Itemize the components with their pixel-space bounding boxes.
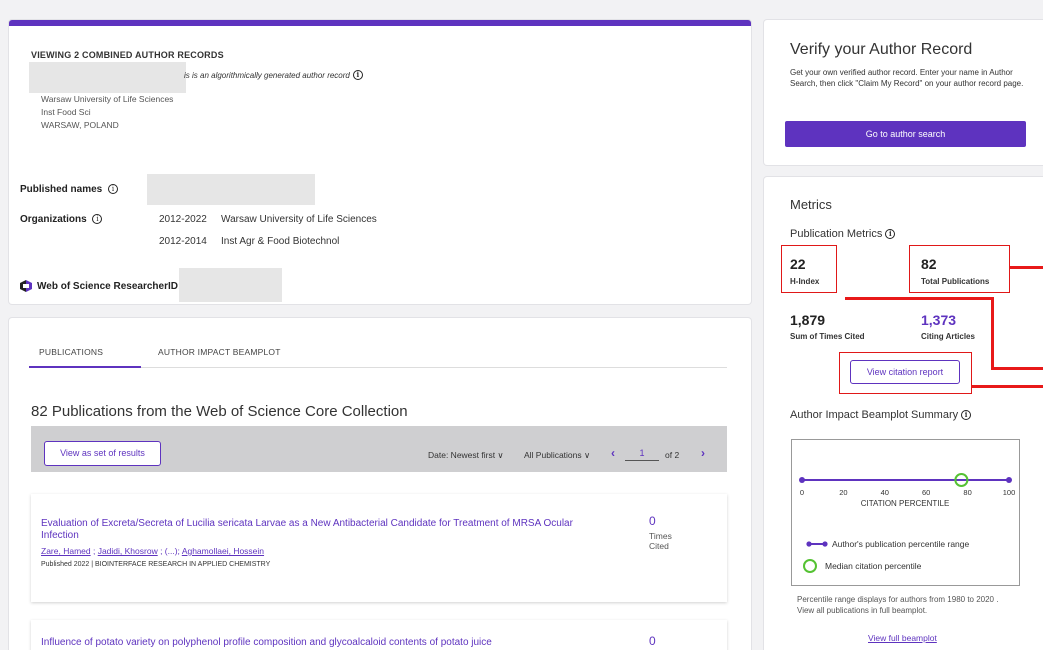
affiliation-university: Warsaw University of Life Sciences	[41, 94, 174, 104]
researcher-id-label: Web of Science ResearcherID:	[37, 281, 182, 292]
info-icon[interactable]: i	[961, 410, 972, 420]
info-icon[interactable]: i	[92, 214, 103, 224]
verify-author-card: Verify your Author Record Get your own v…	[764, 20, 1043, 165]
author-header-card: VIEWING 2 COMBINED AUTHOR RECORDS is is …	[9, 20, 751, 304]
times-cited-label: Sum of Times Cited	[790, 332, 865, 341]
organization-name: Warsaw University of Life Sciences	[221, 214, 377, 225]
annotation-connector	[972, 385, 1043, 388]
legend-median-marker	[803, 559, 817, 573]
published-names-label: Published names i	[20, 184, 119, 195]
affiliation-department: Inst Food Sci	[41, 107, 91, 117]
info-icon[interactable]: i	[352, 70, 363, 80]
h-index-highlight-box	[781, 245, 837, 293]
range-min-dot	[799, 477, 805, 483]
tab-author-impact-beamplot[interactable]: AUTHOR IMPACT BEAMPLOT	[158, 347, 281, 357]
web-of-science-logo-icon	[20, 280, 32, 292]
active-tab-indicator	[29, 366, 141, 368]
legend-range-label: Author's publication percentile range	[832, 539, 970, 549]
legend-range-min-dot	[806, 541, 812, 547]
verify-description: Get your own verified author record. Ent…	[790, 68, 1024, 88]
redacted-published-names	[147, 174, 315, 205]
percentile-ticks: 0 20 40 60 80 100	[800, 488, 1015, 497]
total-publications-highlight-box	[909, 245, 1010, 293]
algorithmic-record-note: is is an algorithmically generated autho…	[184, 70, 363, 80]
times-cited-value: 1,879	[790, 312, 826, 328]
page-number-input[interactable]: 1	[625, 448, 659, 461]
legend-median-label: Median citation percentile	[825, 561, 922, 571]
tab-publications[interactable]: PUBLICATIONS	[39, 347, 103, 357]
organizations-text: Organizations	[20, 214, 87, 225]
beamplot-summary-title: Author Impact Beamplot Summary i	[790, 409, 972, 421]
publication-title-link[interactable]: Evaluation of Excreta/Secreta of Lucilia…	[41, 518, 581, 542]
publication-authors: Zare, Hamed ; Jadidi, Khosrow ; (...); A…	[41, 546, 264, 556]
percentile-tick-label: 0	[800, 488, 804, 497]
publication-meta: Published 2022 | BIOINTERFACE RESEARCH I…	[41, 561, 271, 568]
beamplot-svg: 0 20 40 60 80 100 CITATION PERCENTILE Author'…	[799, 473, 1015, 573]
author-separator: ;	[90, 546, 98, 556]
annotation-connector	[991, 367, 1043, 370]
beamplot-summary-text: Author Impact Beamplot Summary	[790, 409, 959, 421]
info-icon[interactable]: i	[885, 229, 896, 239]
author-separator: ; (...);	[157, 546, 182, 556]
algorithmic-record-text: is is an algorithmically generated autho…	[184, 71, 350, 80]
annotation-connector	[1010, 266, 1043, 269]
publication-filter-dropdown[interactable]: All Publications ∨	[524, 450, 590, 461]
publications-heading: 82 Publications from the Web of Science …	[31, 403, 408, 420]
results-toolbar: View as set of results Date: Newest firs…	[31, 426, 727, 472]
annotation-connector	[845, 297, 993, 300]
next-page-icon[interactable]: ›	[701, 446, 705, 460]
percentile-tick-label: 20	[839, 488, 847, 497]
range-max-dot	[1006, 477, 1012, 483]
times-cited-count[interactable]: 0	[649, 634, 656, 648]
percentile-tick-label: 40	[881, 488, 889, 497]
citing-articles-label: Citing Articles	[921, 332, 975, 341]
times-cited-count[interactable]: 0	[649, 514, 656, 528]
info-icon[interactable]: i	[108, 184, 119, 194]
affiliation-location: WARSAW, POLAND	[41, 120, 119, 130]
percentile-tick-label: 100	[1003, 488, 1016, 497]
organization-years: 2012-2014	[159, 236, 207, 247]
author-link[interactable]: Jadidi, Khosrow	[98, 546, 158, 556]
publication-record: Influence of potato variety on polypheno…	[31, 620, 727, 650]
percentile-tick-label: 60	[922, 488, 930, 497]
publication-record: Evaluation of Excreta/Secreta of Lucilia…	[31, 494, 727, 602]
organizations-label: Organizations i	[20, 214, 103, 225]
publication-metrics-text: Publication Metrics	[790, 228, 883, 240]
citation-report-highlight-box	[839, 352, 972, 394]
verify-title: Verify your Author Record	[790, 41, 973, 58]
citing-articles-value[interactable]: 1,373	[921, 312, 956, 328]
percentile-tick-label: 80	[963, 488, 971, 497]
page-total: of 2	[665, 450, 680, 460]
go-to-author-search-button[interactable]: Go to author search	[785, 121, 1026, 147]
previous-page-icon[interactable]: ‹	[611, 446, 615, 460]
publication-metrics-label: Publication Metrics i	[790, 228, 896, 240]
sort-dropdown[interactable]: Date: Newest first ∨	[428, 450, 504, 461]
publications-card: PUBLICATIONS AUTHOR IMPACT BEAMPLOT 82 P…	[9, 318, 751, 650]
citation-percentile-axis-label: CITATION PERCENTILE	[861, 499, 950, 508]
times-cited-label: Times Cited	[649, 531, 672, 551]
author-link[interactable]: Aghamollaei, Hossein	[182, 546, 264, 556]
redacted-author-name	[29, 62, 186, 93]
redacted-researcher-id	[179, 268, 282, 302]
metrics-title: Metrics	[790, 197, 832, 212]
beamplot-note: Percentile range displays for authors fr…	[797, 595, 999, 615]
organization-name: Inst Agr & Food Biotechnol	[221, 236, 340, 247]
view-full-beamplot-link[interactable]: View full beamplot	[868, 633, 937, 643]
legend-range-max-dot	[822, 541, 828, 547]
annotation-connector	[991, 297, 994, 369]
view-as-set-button[interactable]: View as set of results	[44, 441, 161, 466]
author-link[interactable]: Zare, Hamed	[41, 546, 91, 556]
combined-records-label: VIEWING 2 COMBINED AUTHOR RECORDS	[31, 50, 224, 60]
organization-years: 2012-2022	[159, 214, 207, 225]
published-names-text: Published names	[20, 184, 103, 195]
beamplot-summary-chart: 0 20 40 60 80 100 CITATION PERCENTILE Author'…	[791, 439, 1020, 586]
publication-title-link[interactable]: Influence of potato variety on polypheno…	[41, 637, 621, 649]
